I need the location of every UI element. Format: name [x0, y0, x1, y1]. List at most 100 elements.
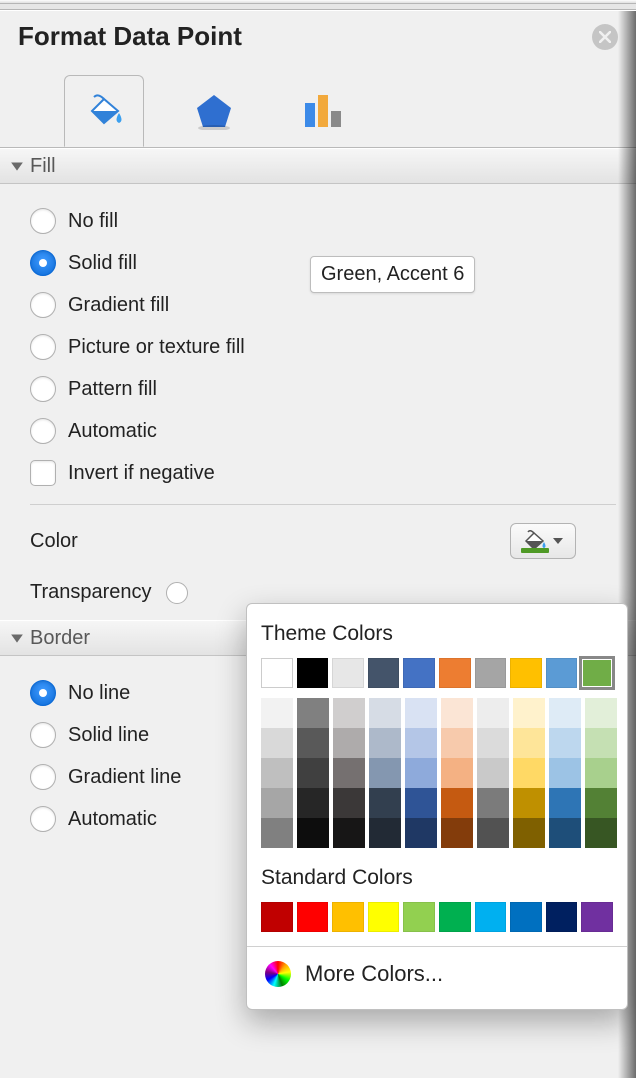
radio-picture-fill[interactable] [30, 334, 56, 360]
theme-shade-swatch[interactable] [405, 758, 437, 788]
theme-shade-swatch[interactable] [369, 818, 401, 848]
radio-no-line[interactable] [30, 680, 56, 706]
theme-color-swatch[interactable] [403, 658, 435, 688]
theme-shade-swatch[interactable] [333, 758, 365, 788]
tab-series-options[interactable] [284, 75, 364, 147]
theme-shade-swatch[interactable] [261, 818, 293, 848]
theme-shade-swatch[interactable] [585, 758, 617, 788]
standard-color-swatch[interactable] [261, 902, 293, 932]
theme-color-swatch[interactable] [439, 658, 471, 688]
theme-shade-swatch[interactable] [513, 728, 545, 758]
theme-shade-swatch[interactable] [477, 758, 509, 788]
theme-shade-swatch[interactable] [369, 758, 401, 788]
theme-color-swatch[interactable] [581, 658, 613, 688]
theme-shade-swatch[interactable] [261, 788, 293, 818]
theme-shade-swatch[interactable] [477, 818, 509, 848]
standard-color-swatch[interactable] [403, 902, 435, 932]
standard-color-swatch[interactable] [510, 902, 542, 932]
theme-shade-swatch[interactable] [405, 788, 437, 818]
theme-color-swatch[interactable] [261, 658, 293, 688]
theme-shade-swatch[interactable] [297, 818, 329, 848]
label-picture-fill[interactable]: Picture or texture fill [68, 336, 245, 359]
radio-solid-line[interactable] [30, 722, 56, 748]
theme-shade-swatch[interactable] [441, 728, 473, 758]
theme-shade-swatch[interactable] [549, 758, 581, 788]
theme-shade-swatch[interactable] [585, 698, 617, 728]
more-colors-item[interactable]: More Colors... [261, 957, 613, 991]
radio-no-fill[interactable] [30, 208, 56, 234]
color-picker-button[interactable] [510, 523, 576, 559]
theme-color-swatch[interactable] [546, 658, 578, 688]
theme-shade-swatch[interactable] [261, 698, 293, 728]
theme-color-swatch[interactable] [368, 658, 400, 688]
standard-color-swatch[interactable] [546, 902, 578, 932]
theme-shade-swatch[interactable] [261, 728, 293, 758]
tab-effects[interactable] [174, 75, 254, 147]
standard-color-swatch[interactable] [475, 902, 507, 932]
theme-shade-swatch[interactable] [513, 818, 545, 848]
theme-shade-swatch[interactable] [549, 728, 581, 758]
theme-shade-swatch[interactable] [441, 758, 473, 788]
theme-color-swatch[interactable] [510, 658, 542, 688]
standard-color-swatch[interactable] [439, 902, 471, 932]
label-border-automatic[interactable]: Automatic [68, 808, 157, 831]
theme-shade-swatch[interactable] [369, 788, 401, 818]
theme-color-swatch[interactable] [332, 658, 364, 688]
theme-shade-swatch[interactable] [513, 788, 545, 818]
theme-shade-swatch[interactable] [333, 728, 365, 758]
theme-shade-swatch[interactable] [369, 698, 401, 728]
theme-shade-swatch[interactable] [405, 698, 437, 728]
theme-shade-swatch[interactable] [513, 698, 545, 728]
theme-shade-swatch[interactable] [477, 698, 509, 728]
standard-color-swatch[interactable] [332, 902, 364, 932]
label-fill-automatic[interactable]: Automatic [68, 420, 157, 443]
theme-shade-swatch[interactable] [369, 728, 401, 758]
theme-color-swatch[interactable] [297, 658, 329, 688]
radio-fill-automatic[interactable] [30, 418, 56, 444]
radio-gradient-line[interactable] [30, 764, 56, 790]
close-button[interactable] [592, 24, 618, 50]
theme-shade-swatch[interactable] [261, 758, 293, 788]
theme-shade-swatch[interactable] [441, 818, 473, 848]
theme-shade-swatch[interactable] [297, 788, 329, 818]
section-header-fill[interactable]: Fill [0, 148, 636, 184]
theme-shade-swatch[interactable] [441, 788, 473, 818]
theme-shade-swatch[interactable] [333, 788, 365, 818]
theme-shade-swatch[interactable] [585, 818, 617, 848]
theme-shade-swatch[interactable] [405, 728, 437, 758]
label-solid-line[interactable]: Solid line [68, 724, 149, 747]
radio-gradient-fill[interactable] [30, 292, 56, 318]
theme-shade-swatch[interactable] [333, 698, 365, 728]
standard-color-swatch[interactable] [297, 902, 329, 932]
checkbox-invert-negative[interactable] [30, 460, 56, 486]
theme-shade-swatch[interactable] [477, 788, 509, 818]
label-gradient-line[interactable]: Gradient line [68, 766, 181, 789]
theme-shade-swatch[interactable] [549, 818, 581, 848]
theme-shade-swatch[interactable] [441, 698, 473, 728]
theme-color-swatch[interactable] [475, 658, 507, 688]
standard-color-swatch[interactable] [368, 902, 400, 932]
label-gradient-fill[interactable]: Gradient fill [68, 294, 169, 317]
theme-shade-swatch[interactable] [585, 728, 617, 758]
radio-border-automatic[interactable] [30, 806, 56, 832]
theme-shade-swatch[interactable] [513, 758, 545, 788]
theme-shade-swatch[interactable] [297, 758, 329, 788]
radio-solid-fill[interactable] [30, 250, 56, 276]
theme-shade-swatch[interactable] [585, 788, 617, 818]
transparency-slider-thumb[interactable] [166, 582, 188, 604]
tab-fill-line[interactable] [64, 75, 144, 147]
label-solid-fill[interactable]: Solid fill [68, 252, 137, 275]
theme-shade-swatch[interactable] [477, 728, 509, 758]
label-no-fill[interactable]: No fill [68, 210, 118, 233]
theme-shade-swatch[interactable] [297, 728, 329, 758]
label-invert-negative[interactable]: Invert if negative [68, 462, 215, 485]
label-no-line[interactable]: No line [68, 682, 130, 705]
theme-shade-swatch[interactable] [405, 818, 437, 848]
theme-shade-swatch[interactable] [333, 818, 365, 848]
radio-pattern-fill[interactable] [30, 376, 56, 402]
theme-shade-swatch[interactable] [549, 698, 581, 728]
theme-shade-swatch[interactable] [297, 698, 329, 728]
standard-color-swatch[interactable] [581, 902, 613, 932]
theme-shade-swatch[interactable] [549, 788, 581, 818]
label-pattern-fill[interactable]: Pattern fill [68, 378, 157, 401]
